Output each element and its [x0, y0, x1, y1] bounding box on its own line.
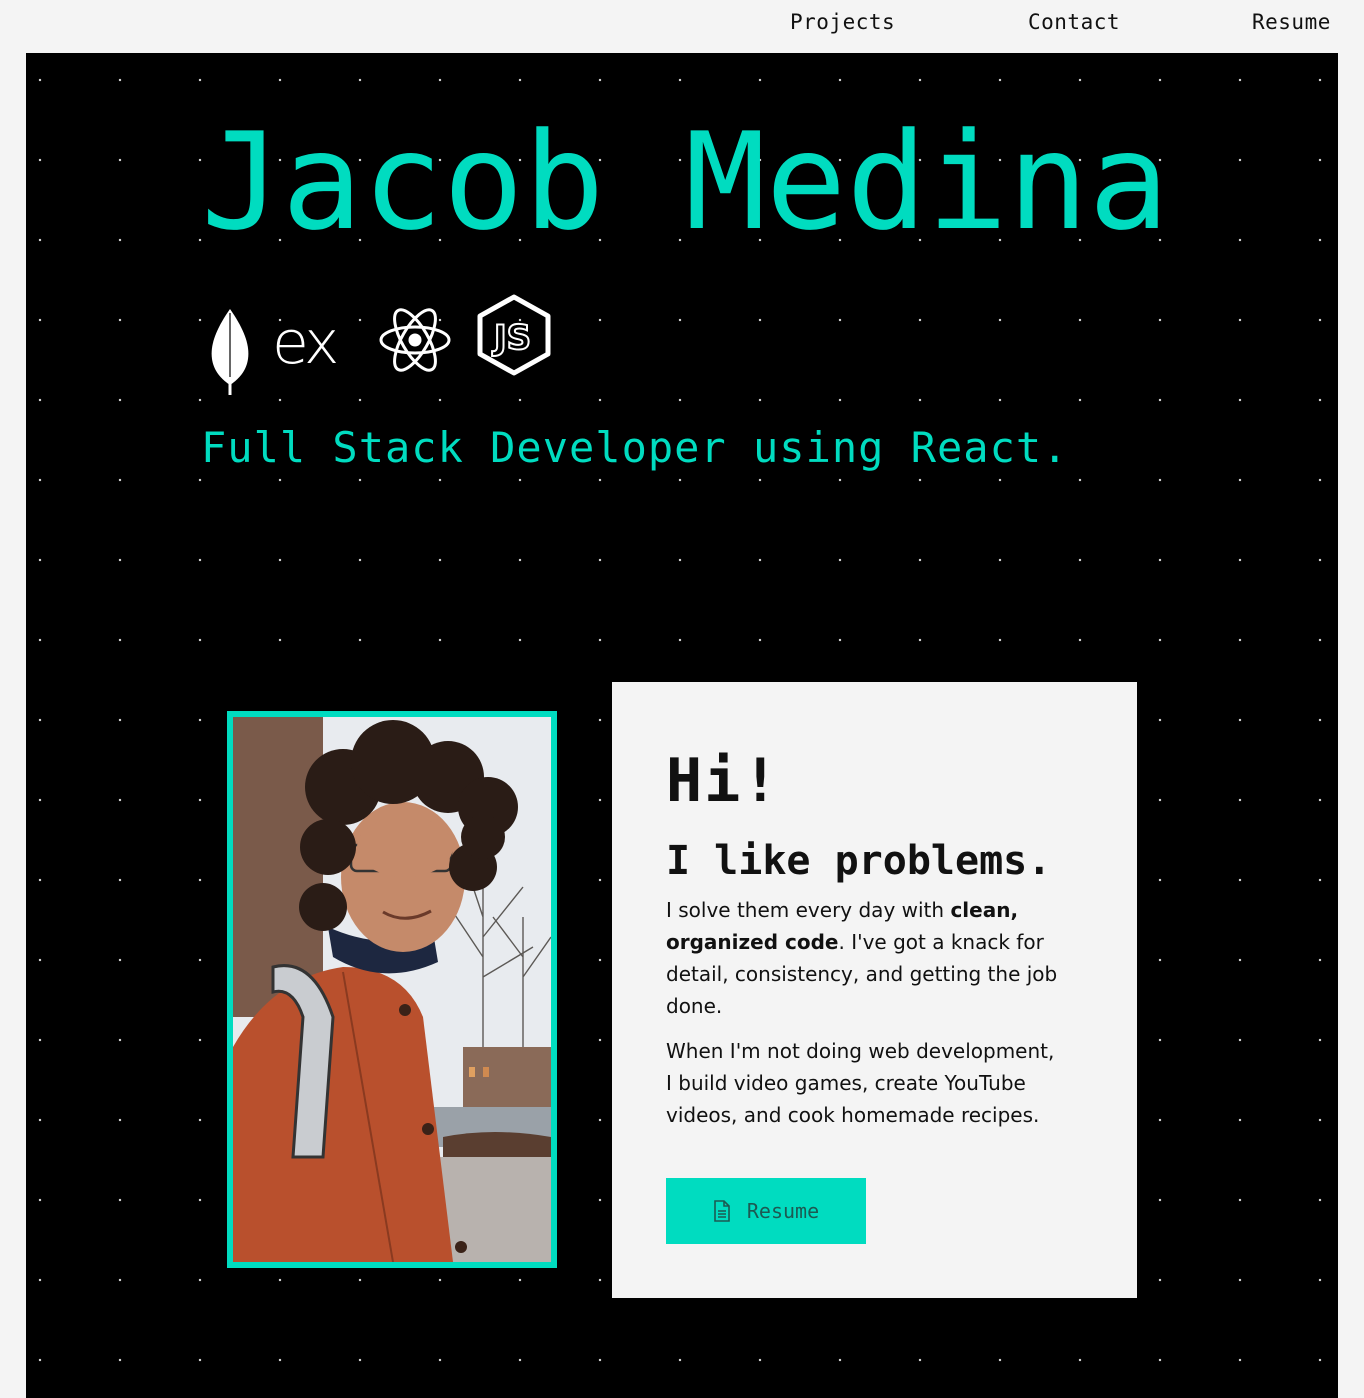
top-nav: Projects Contact Resume: [0, 0, 1364, 53]
nav-resume-link[interactable]: Resume: [1252, 10, 1331, 34]
about-paragraph-2: When I'm not doing web development, I bu…: [666, 1039, 1055, 1127]
resume-button-label: Resume: [746, 1199, 820, 1223]
about-text: I solve them every day with: [666, 898, 951, 922]
profile-photo-illustration: [233, 717, 551, 1262]
express-icon: ex: [272, 315, 341, 375]
nav-projects-link[interactable]: Projects: [790, 10, 895, 34]
nodejs-icon: JS: [477, 294, 551, 376]
tagline-heading: I like problems.: [666, 838, 1052, 884]
svg-text:ex: ex: [272, 315, 337, 375]
about-paragraph-1: I solve them every day with clean, organ…: [666, 894, 1066, 1022]
hero-section: Jacob Medina ex JS Full Stack Developer …: [26, 53, 1338, 1398]
greeting-heading: Hi!: [666, 746, 781, 816]
document-icon: [714, 1200, 730, 1222]
resume-button[interactable]: Resume: [666, 1178, 866, 1244]
hero-subtitle: Full Stack Developer using React.: [201, 423, 1069, 472]
page-title: Jacob Medina: [201, 104, 1170, 260]
mongodb-icon: [211, 309, 249, 395]
react-icon: [379, 308, 451, 372]
svg-text:JS: JS: [492, 318, 531, 358]
nav-contact-link[interactable]: Contact: [1028, 10, 1120, 34]
profile-photo: [227, 711, 557, 1268]
about-card: Hi! I like problems. I solve them every …: [612, 682, 1137, 1298]
